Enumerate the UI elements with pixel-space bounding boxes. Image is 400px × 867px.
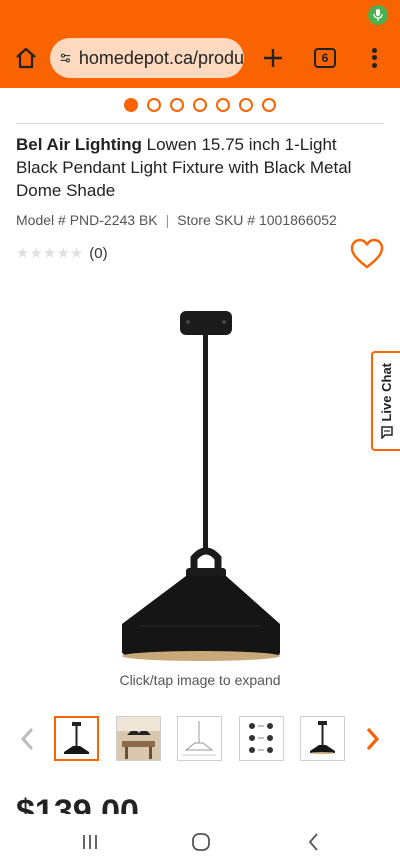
carousel-dot[interactable]: [147, 98, 161, 112]
thumbnail-3[interactable]: [177, 716, 222, 761]
chat-icon: [380, 426, 393, 440]
product-meta: Model # PND-2243 BK | Store SKU # 100186…: [16, 212, 337, 228]
rating[interactable]: ★★★★★ (0): [16, 244, 108, 263]
product-price: $139.00: [16, 793, 139, 814]
live-chat-button[interactable]: Live Chat: [371, 351, 400, 451]
expand-hint: Click/tap image to expand: [119, 672, 281, 688]
back-button[interactable]: [302, 830, 326, 854]
heart-icon: [350, 238, 384, 269]
address-bar[interactable]: homedepot.ca/produ: [50, 38, 244, 78]
thumbnail-2[interactable]: [116, 716, 161, 761]
tune-icon[interactable]: [60, 50, 71, 66]
favorite-button[interactable]: [350, 238, 384, 270]
home-nav-button[interactable]: [189, 830, 213, 854]
model-number: Model # PND-2243 BK: [16, 212, 158, 228]
home-button[interactable]: [12, 44, 40, 72]
home-circle-icon: [192, 833, 210, 851]
chevron-right-icon: [366, 727, 380, 751]
carousel-dot[interactable]: [124, 98, 138, 112]
carousel-dot[interactable]: [262, 98, 276, 112]
thumbnail-5[interactable]: [300, 716, 345, 761]
carousel-indicator: [0, 98, 400, 112]
recent-apps-button[interactable]: [78, 830, 102, 854]
thumbnail-1[interactable]: [54, 716, 99, 761]
more-vert-icon[interactable]: [364, 43, 384, 73]
system-nav-bar: [0, 818, 400, 867]
thumbnail-4[interactable]: [239, 716, 284, 761]
recent-apps-icon: [83, 835, 97, 849]
thumbnails-next-button[interactable]: [360, 724, 384, 754]
carousel-dot[interactable]: [216, 98, 230, 112]
brand-name[interactable]: Bel Air Lighting: [16, 135, 142, 154]
url-text: homedepot.ca/produ: [78, 47, 244, 68]
thumbnail-strip: [0, 714, 400, 764]
new-tab-button[interactable]: [258, 43, 288, 73]
product-image[interactable]: [100, 300, 300, 670]
rating-stars: ★★★★★: [16, 245, 84, 262]
browser-toolbar: homedepot.ca/produ 6: [0, 30, 400, 88]
rating-count: (0): [89, 244, 108, 262]
live-chat-label: Live Chat: [379, 362, 394, 422]
divider: [16, 123, 384, 124]
tab-switcher-button[interactable]: 6: [314, 48, 336, 68]
home-icon: [16, 47, 36, 69]
plus-icon: [264, 49, 282, 67]
carousel-dot[interactable]: [170, 98, 184, 112]
status-bar: [0, 0, 400, 30]
chevron-left-icon: [20, 727, 34, 751]
carousel-dot[interactable]: [193, 98, 207, 112]
back-icon: [308, 833, 318, 851]
product-title: Bel Air Lighting Lowen 15.75 inch 1-Ligh…: [16, 133, 376, 202]
thumbnails-prev-button[interactable]: [16, 724, 40, 754]
store-sku: Store SKU # 1001866052: [177, 212, 337, 228]
meta-separator: |: [165, 212, 170, 228]
carousel-dot[interactable]: [239, 98, 253, 112]
mic-icon: [368, 5, 388, 25]
